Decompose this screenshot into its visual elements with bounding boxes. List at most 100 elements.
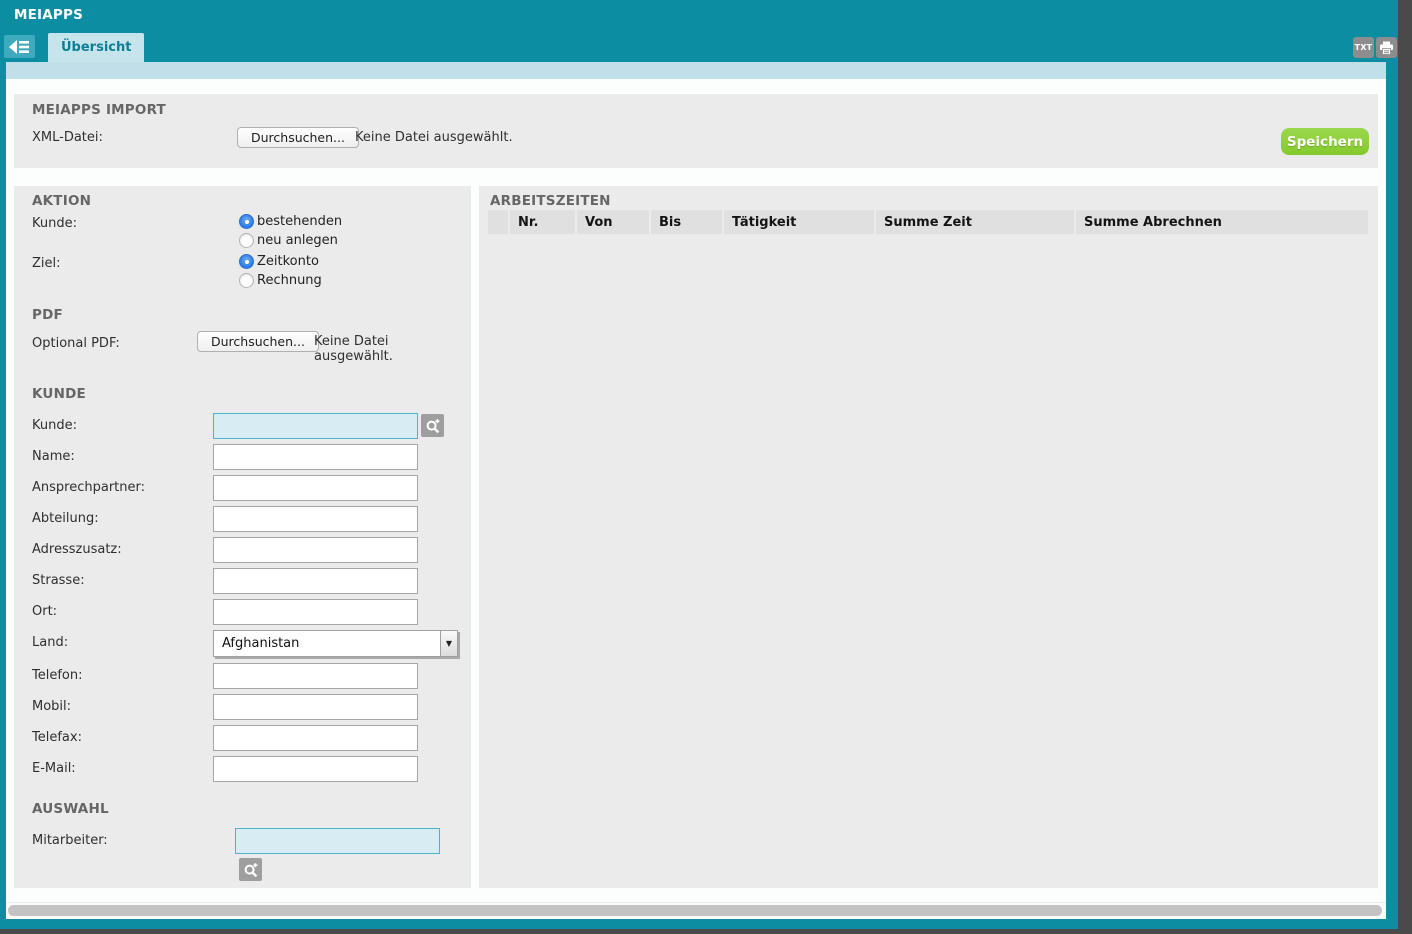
- column-header-taetigkeit: Tätigkeit: [724, 210, 874, 234]
- adresszusatz-field-label: Adresszusatz:: [32, 542, 122, 557]
- abteilung-input[interactable]: [213, 506, 418, 532]
- tab-uebersicht[interactable]: Übersicht: [48, 33, 145, 62]
- tab-bar: Übersicht TXT: [0, 30, 1398, 62]
- collapse-menu-icon: [9, 39, 29, 54]
- field-row-ort: Ort:: [14, 599, 471, 625]
- column-header-summe-abrechnen: Summe Abrechnen: [1076, 210, 1368, 234]
- tab-content-strip: [6, 62, 1386, 79]
- aktion-ziel-label: Ziel:: [32, 256, 61, 271]
- auswahl-section-title: AUSWAHL: [32, 801, 109, 817]
- ort-field-label: Ort:: [32, 604, 58, 619]
- name-input[interactable]: [213, 444, 418, 470]
- import-panel: MEIAPPS IMPORT XML-Datei: Durchsuchen...…: [14, 94, 1378, 168]
- field-row-land: Land: Afghanistan ▼: [14, 630, 471, 657]
- column-header-nr: Nr.: [510, 210, 575, 234]
- kunde-input[interactable]: [213, 413, 418, 439]
- field-row-mobil: Mobil:: [14, 694, 471, 720]
- horizontal-scrollbar: [6, 902, 1386, 919]
- field-row-abteilung: Abteilung:: [14, 506, 471, 532]
- column-header-bis: Bis: [651, 210, 722, 234]
- xml-file-status: Keine Datei ausgewählt.: [355, 130, 513, 145]
- kunde-lookup-button[interactable]: [421, 414, 444, 437]
- radio-bestehenden[interactable]: [239, 214, 254, 229]
- kunde-field-label: Kunde:: [32, 418, 77, 433]
- mobil-field-label: Mobil:: [32, 699, 72, 714]
- field-row-name: Name:: [14, 444, 471, 470]
- radio-neu-anlegen-label: neu anlegen: [257, 233, 338, 248]
- mitarbeiter-field-label: Mitarbeiter:: [32, 833, 108, 848]
- radio-neu-anlegen[interactable]: [239, 233, 254, 248]
- radio-row-neu-anlegen: neu anlegen: [239, 231, 338, 250]
- page-body: MEIAPPS IMPORT XML-Datei: Durchsuchen...…: [6, 79, 1386, 919]
- radio-zeitkonto-label: Zeitkonto: [257, 254, 319, 269]
- telefon-input[interactable]: [213, 663, 418, 689]
- kunde-section-title: KUNDE: [32, 386, 86, 402]
- column-header-summe-zeit: Summe Zeit: [876, 210, 1074, 234]
- horizontal-scrollbar-thumb[interactable]: [8, 905, 1382, 916]
- field-row-mitarbeiter: Mitarbeiter:: [14, 828, 471, 854]
- land-field-label: Land:: [32, 635, 69, 650]
- tab-label: Übersicht: [61, 40, 132, 55]
- desktop-edge-right: [1398, 0, 1412, 934]
- field-row-kunde: Kunde:: [14, 413, 471, 439]
- aktion-section-title: AKTION: [32, 193, 92, 209]
- printer-icon: [1380, 41, 1393, 55]
- xml-browse-button[interactable]: Durchsuchen...: [237, 127, 359, 148]
- print-button[interactable]: [1376, 37, 1397, 58]
- strasse-input[interactable]: [213, 568, 418, 594]
- field-row-strasse: Strasse:: [14, 568, 471, 594]
- strasse-field-label: Strasse:: [32, 573, 85, 588]
- email-input[interactable]: [213, 756, 418, 782]
- save-button[interactable]: Speichern: [1281, 128, 1369, 155]
- land-select[interactable]: Afghanistan ▼: [213, 630, 458, 657]
- window-bottom-border: [0, 919, 1398, 929]
- radio-bestehenden-label: bestehenden: [257, 214, 343, 229]
- radio-row-bestehenden: bestehenden: [239, 212, 342, 231]
- pdf-browse-button[interactable]: Durchsuchen...: [197, 331, 319, 352]
- aktion-kunde-label: Kunde:: [32, 216, 77, 231]
- desktop-edge-bottom: [0, 929, 1398, 934]
- xml-file-label: XML-Datei:: [32, 130, 103, 145]
- mitarbeiter-lookup-button[interactable]: [239, 858, 262, 881]
- ort-input[interactable]: [213, 599, 418, 625]
- search-plus-icon: [244, 862, 257, 877]
- txt-export-button[interactable]: TXT: [1353, 37, 1374, 58]
- ansprechpartner-input[interactable]: [213, 475, 418, 501]
- arbeitszeiten-panel: ARBEITSZEITEN Nr. Von Bis Tätigkeit Summ…: [479, 186, 1378, 888]
- radio-zeitkonto[interactable]: [239, 254, 254, 269]
- field-row-ansprechpartner: Ansprechpartner:: [14, 475, 471, 501]
- arbeitszeiten-table-header: Nr. Von Bis Tätigkeit Summe Zeit Summe A…: [488, 210, 1368, 234]
- radio-row-zeitkonto: Zeitkonto: [239, 252, 319, 271]
- arbeitszeiten-table-body: [488, 236, 1368, 878]
- title-bar: MEIAPPS: [0, 0, 1398, 30]
- txt-icon: TXT: [1354, 43, 1373, 52]
- telefon-field-label: Telefon:: [32, 668, 83, 683]
- app-title: MEIAPPS: [14, 7, 84, 23]
- pdf-section-title: PDF: [32, 307, 63, 323]
- radio-row-rechnung: Rechnung: [239, 271, 322, 290]
- sidebar-toggle-button[interactable]: [4, 35, 35, 58]
- land-select-value: Afghanistan: [222, 636, 300, 651]
- field-row-adresszusatz: Adresszusatz:: [14, 537, 471, 563]
- email-field-label: E-Mail:: [32, 761, 76, 776]
- telefax-input[interactable]: [213, 725, 418, 751]
- name-field-label: Name:: [32, 449, 75, 464]
- adresszusatz-input[interactable]: [213, 537, 418, 563]
- mitarbeiter-input[interactable]: [235, 828, 440, 854]
- chevron-down-icon: ▼: [440, 631, 457, 656]
- mobil-input[interactable]: [213, 694, 418, 720]
- field-row-telefon: Telefon:: [14, 663, 471, 689]
- radio-rechnung-label: Rechnung: [257, 273, 322, 288]
- column-header-von: Von: [577, 210, 649, 234]
- field-row-telefax: Telefax:: [14, 725, 471, 751]
- form-panel: AKTION Kunde: bestehenden neu anlegen Zi…: [14, 186, 471, 888]
- abteilung-field-label: Abteilung:: [32, 511, 99, 526]
- window-right-border: [1386, 62, 1398, 919]
- radio-rechnung[interactable]: [239, 273, 254, 288]
- ansprechpartner-field-label: Ansprechpartner:: [32, 480, 145, 495]
- optional-pdf-label: Optional PDF:: [32, 336, 120, 351]
- telefax-field-label: Telefax:: [32, 730, 82, 745]
- column-header-select: [488, 210, 508, 234]
- arbeitszeiten-section-title: ARBEITSZEITEN: [490, 193, 611, 209]
- search-plus-icon: [426, 418, 439, 433]
